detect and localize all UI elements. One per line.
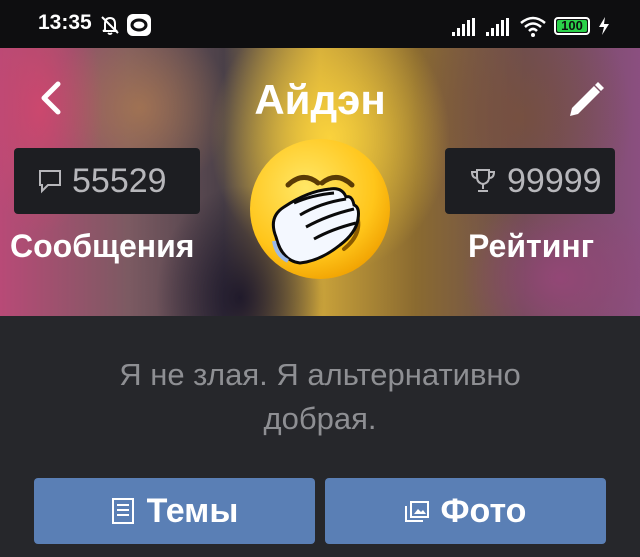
topics-button[interactable]: Темы: [34, 478, 315, 544]
rating-count: 99999: [507, 161, 602, 200]
wifi-icon: [520, 16, 546, 37]
battery-icon: 100: [554, 17, 590, 35]
trophy-icon: [470, 169, 496, 192]
avatar[interactable]: [248, 137, 392, 281]
status-bar: 13:35 100: [0, 0, 640, 48]
bell-off-icon: [101, 16, 119, 35]
document-icon: [111, 498, 134, 524]
pencil-icon[interactable]: [564, 78, 608, 122]
messages-label: Сообщения: [10, 228, 195, 264]
photo-icon: [404, 501, 429, 522]
rating-counter[interactable]: 99999: [445, 148, 615, 214]
battery-level: 100: [561, 18, 583, 33]
status-time: 13:35: [38, 11, 92, 34]
rating-label: Рейтинг: [468, 228, 595, 264]
profile-header: Айдэн 55529 99999 Сообщения Рейтинг: [0, 48, 640, 316]
charging-icon: [599, 17, 609, 35]
app-notification-icon: [127, 14, 151, 36]
messages-count: 55529: [72, 161, 167, 200]
profile-status: Я не злая. Я альтернативно добрая.: [119, 357, 521, 436]
page-title: Айдэн: [254, 76, 386, 123]
speech-bubble-icon: [39, 170, 61, 194]
topics-button-label: Темы: [146, 491, 239, 530]
photos-button[interactable]: Фото: [325, 478, 606, 544]
messages-counter[interactable]: 55529: [14, 148, 200, 214]
photos-button-label: Фото: [440, 491, 527, 530]
signal-icon: [486, 18, 509, 36]
signal-icon: [452, 18, 475, 36]
